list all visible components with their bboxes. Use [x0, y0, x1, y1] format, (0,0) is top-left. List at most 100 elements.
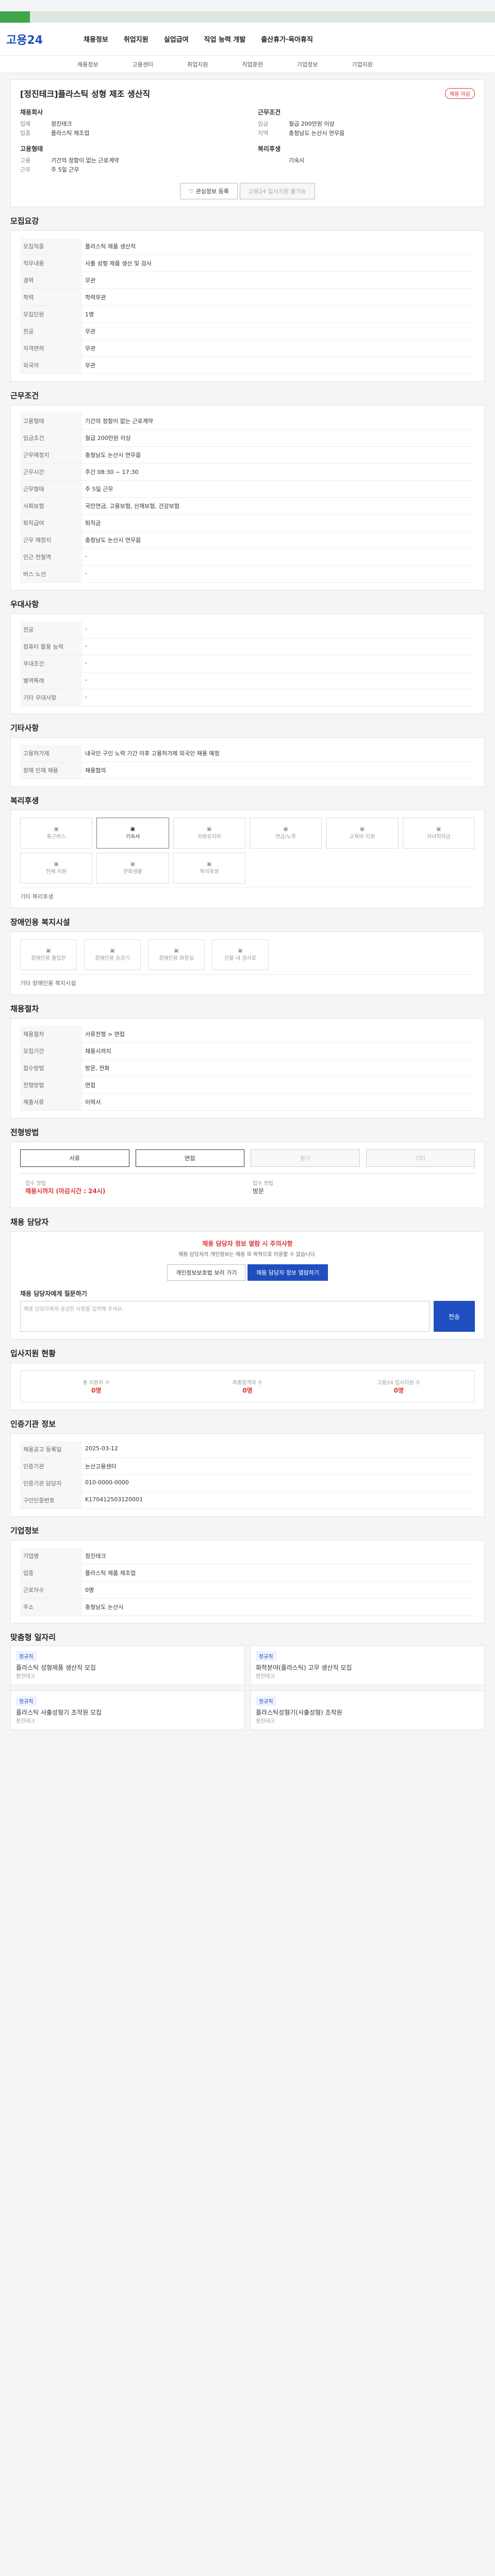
subnav-item-4[interactable]: 기업정보 — [297, 60, 318, 69]
row-key: 모집기간 — [20, 1042, 82, 1060]
disability-item: ▣ 장애인용 화장실 — [148, 939, 205, 970]
send-button[interactable]: 전송 — [434, 1301, 475, 1332]
table-row: 기타 우대사항 - — [20, 689, 475, 706]
row-key: 근로자수 — [20, 1581, 82, 1599]
method-button[interactable]: 서류 — [20, 1149, 129, 1167]
recommend-card[interactable]: 정규직 플라스틱성형기(사출성형) 조작원 정진테크 — [250, 1690, 485, 1730]
question-label: 채용 담당자에게 질문하기 — [20, 1290, 87, 1297]
gnb-item-1[interactable]: 취업지원 — [124, 34, 148, 44]
recommend-title: 플라스틱 사출성형기 조작원 모집 — [16, 1709, 102, 1716]
view-contact-button[interactable]: 채용 담당자 정보 열람하기 — [248, 1264, 328, 1281]
info-value: 플라스틱 제조업 — [51, 130, 90, 137]
row-key: 채용공고 등록일 — [20, 1441, 82, 1458]
subnav-item-1[interactable]: 고용센터 — [132, 60, 153, 69]
gnb-item-0[interactable]: 채용정보 — [84, 34, 108, 44]
status-key: 최종합격자 수 — [232, 1380, 263, 1386]
subnav-item-2[interactable]: 취업지원 — [187, 60, 208, 69]
disability-label: 건물 내 경사로 — [224, 956, 256, 961]
table-row: 퇴직급여 퇴직금 — [20, 514, 475, 532]
table-row: 기업명 정진테크 — [20, 1548, 475, 1565]
row-value: 채용시까지 — [82, 1042, 475, 1060]
welfare-icon: ▣ — [207, 861, 212, 867]
table-row: 인근 전철역 - — [20, 548, 475, 566]
welfare-icon: ▣ — [54, 861, 59, 867]
disability-grid: ▣ 장애인용 출입문 ▣ 장애인용 승강기 ▣ 장애인용 화장실 ▣ 건물 내 경사로 — [20, 939, 475, 970]
welfare-label: 통근버스 — [46, 834, 66, 840]
method-button[interactable]: 필기 — [251, 1149, 360, 1167]
save-interest-button[interactable]: ♡ 관심정보 등록 — [180, 183, 238, 199]
recommend-card[interactable]: 정규직 화학분야(플라스틱) 고무 생산직 모집 정진테크 — [250, 1646, 485, 1685]
welfare-icon: ▣ — [54, 826, 59, 832]
logo[interactable]: 고용24 — [6, 31, 84, 47]
question-input[interactable]: 채용 담당자에게 궁금한 사항을 입력해 주세요. — [20, 1301, 430, 1332]
welfare-item: ▣ 연금/노후 — [249, 818, 322, 849]
row-value: - — [82, 548, 475, 566]
method-button[interactable]: 면접 — [135, 1149, 244, 1167]
row-key: 버스 노선 — [20, 565, 82, 583]
table-row: 경력 무관 — [20, 272, 475, 289]
row-key: 근무예정지 — [20, 446, 82, 464]
table-row: 버스 노선 - — [20, 565, 475, 583]
welfare-label: 복리후생 — [200, 869, 219, 875]
row-key: 전공 — [20, 323, 82, 340]
row-value: 기간의 정함이 없는 근로계약 — [82, 413, 475, 430]
subnav-item-3[interactable]: 직업훈련 — [242, 60, 262, 69]
row-key: 고용허가제 — [20, 745, 82, 762]
section-process: 채용절차 — [10, 1004, 39, 1013]
docs-row: 접수 방법 채용시까지 (마감시간 : 24시) 접수 방법 방문 — [20, 1173, 475, 1200]
row-value: 무관 — [82, 357, 475, 374]
row-key: 경력 — [20, 272, 82, 289]
welfare-info: 기숙사 — [258, 156, 475, 165]
info-row: 업종 플라스틱 제조업 — [20, 129, 237, 138]
welfare-label: 자녀학자금 — [426, 834, 451, 840]
row-value: - — [82, 672, 475, 689]
info-row: 기숙사 — [258, 156, 475, 165]
disability-icon: ▣ — [46, 948, 51, 954]
status-key: 고용24 입사지원 수 — [377, 1380, 421, 1386]
welfare-item: ▣ 차량유지비 — [173, 818, 245, 849]
welfare-label: 문화생활 — [123, 869, 142, 875]
subnav-item-5[interactable]: 기업지원 — [352, 60, 372, 69]
welfare-icon: ▣ — [436, 826, 441, 832]
row-value: 사출 성형 제품 생산 및 검사 — [82, 255, 475, 272]
recommend-card[interactable]: 정규직 플라스틱 사출성형기 조작원 모집 정진테크 — [10, 1690, 245, 1730]
apply-button[interactable]: 고용24 입사지원 불가능 — [239, 183, 315, 199]
gnb-item-2[interactable]: 실업급여 — [164, 34, 189, 44]
row-key: 구인인증번호 — [20, 1492, 82, 1509]
welfare-item: ▣ 문화생활 — [96, 853, 169, 884]
recommend-chip: 정규직 — [256, 1651, 276, 1661]
company-info: 업체 정진테크 업종 플라스틱 제조업 — [20, 120, 237, 138]
row-value: 주 5일 근무 — [82, 480, 475, 498]
gnb-item-4[interactable]: 출산휴가·육아휴직 — [261, 34, 313, 44]
disability-item: ▣ 장애인용 승강기 — [84, 939, 141, 970]
method-button[interactable]: 기타 — [366, 1149, 475, 1167]
info-key — [258, 156, 289, 165]
section-recommend: 맞춤형 일자리 — [10, 1633, 56, 1642]
preference-table: 전공 - 컴퓨터 활용 능력 - 우대조건 - 병역특례 - 기타 우대사항 - — [20, 621, 475, 706]
conditions-card: 고용형태 기간의 정함이 없는 근로계약 임금조건 월급 200만원 이상 근무예정지 충… — [10, 405, 485, 590]
row-value: - — [82, 565, 475, 583]
row-key: 임금조건 — [20, 429, 82, 447]
info-key: 임금 — [258, 121, 269, 127]
process-card: 채용절차 서류전형 > 면접 모집기간 채용시까지 접수방법 방문, 전화 전형방법 면접 제출… — [10, 1018, 485, 1118]
table-row: 우대조건 - — [20, 655, 475, 672]
subnav-item-0[interactable]: 채용정보 — [77, 60, 98, 69]
section-preference: 우대사항 — [10, 600, 39, 609]
table-row: 접수방법 방문, 전화 — [20, 1059, 475, 1077]
welfare-item: ▣ 복리후생 — [173, 853, 245, 884]
disability-item: ▣ 건물 내 경사로 — [212, 939, 269, 970]
info-key: 업종 — [20, 130, 31, 137]
disability-icon: ▣ — [238, 948, 243, 954]
row-key: 주소 — [20, 1598, 82, 1616]
table-row: 사회보험 국민연금, 고용보험, 산재보험, 건강보험 — [20, 497, 475, 515]
gnb-item-3[interactable]: 직업 능력 개발 — [204, 34, 246, 44]
gnb-menu: 채용정보 취업지원 실업급여 직업 능력 개발 출산휴가·육아휴직 — [84, 34, 313, 44]
employment-info: 고용 기간의 정함이 없는 근로계약 근무 주 5일 근무 — [20, 156, 237, 175]
recommend-card[interactable]: 정규직 플라스틱 성형제품 생산직 모집 정진테크 — [10, 1646, 245, 1685]
notice-bar — [0, 0, 495, 11]
method-buttons: 서류 면접 필기 기타 — [20, 1149, 475, 1167]
info-value: 기숙사 — [289, 157, 305, 164]
privacy-law-button[interactable]: 개인정보보호법 보러 가기 — [167, 1264, 246, 1281]
docs-left-key: 접수 방법 — [25, 1181, 46, 1187]
section-status: 입사지원 현황 — [10, 1349, 56, 1358]
